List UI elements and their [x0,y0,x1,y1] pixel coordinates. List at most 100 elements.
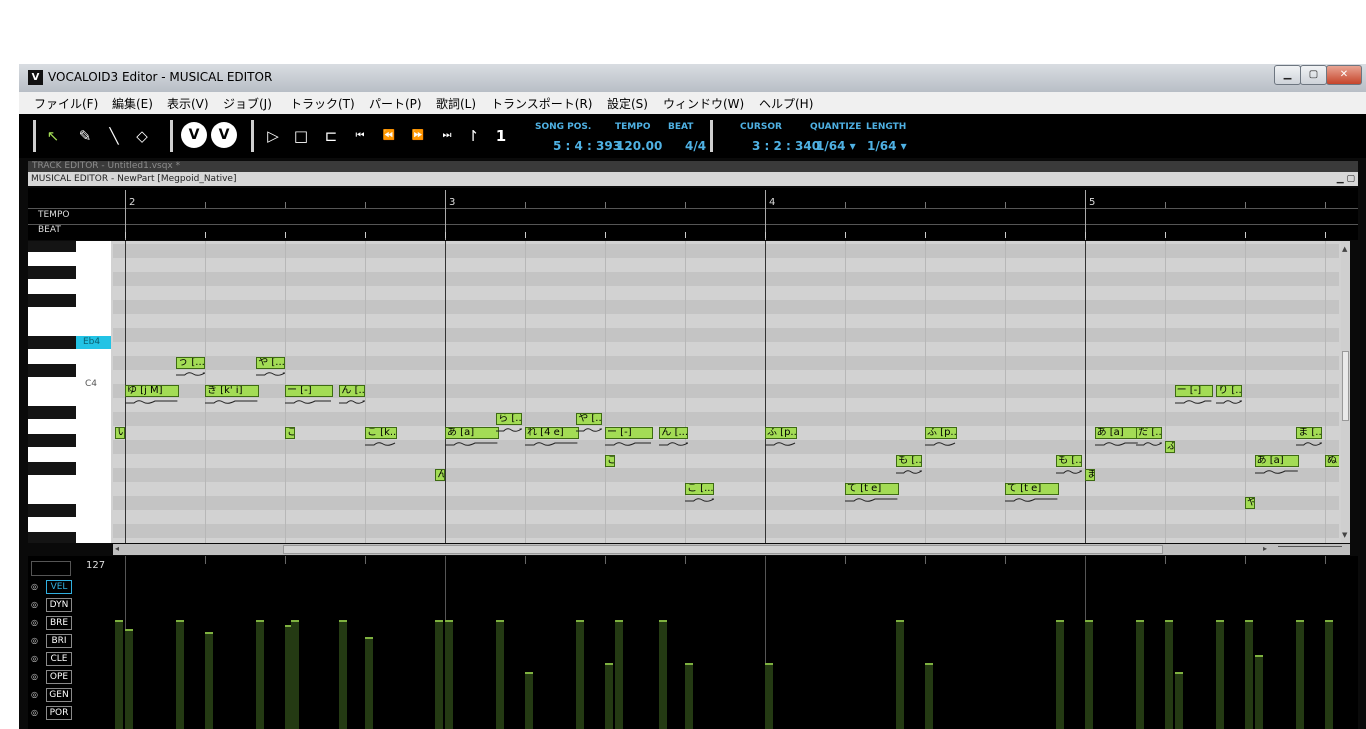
vibrato-curve[interactable] [525,441,579,447]
note-block[interactable]: や [... [576,413,602,425]
velocity-bar[interactable] [1174,671,1183,729]
note-block[interactable]: ー [-] [1174,385,1213,397]
vibrato-curve[interactable] [285,399,333,405]
velocity-bar[interactable] [525,671,533,729]
vocaloid-render-icon[interactable]: V [181,122,207,148]
velocity-bar[interactable] [205,632,213,729]
vibrato-curve[interactable] [1216,399,1242,405]
note-block[interactable]: ん [... [659,427,689,439]
go-end-icon[interactable]: ⏭ [437,126,457,146]
vibrato-curve[interactable] [176,371,205,377]
note-block[interactable]: こ [k... [365,427,397,439]
vibrato-curve[interactable] [1094,441,1140,447]
velocity-bar[interactable] [496,620,505,729]
note-block[interactable]: て [t e] [1005,483,1060,495]
vibrato-curve[interactable] [1254,469,1300,475]
note-block[interactable]: ふ [p... [925,427,957,439]
note-block[interactable]: い [115,427,125,439]
note-block[interactable]: も [... [896,455,922,467]
param-label[interactable]: POR [46,706,72,720]
note-block[interactable]: こ [... [685,483,714,495]
note-block[interactable]: り [... [1216,385,1242,397]
note-block[interactable]: ー [-] [605,427,653,439]
note-block[interactable]: ん [435,469,445,481]
vibrato-curve[interactable] [896,469,922,475]
vibrato-curve[interactable] [256,371,285,377]
start-marker-icon[interactable]: ↾ [463,126,483,146]
velocity-bar[interactable] [1216,620,1225,729]
velocity-bar[interactable] [1136,620,1145,729]
vibrato-curve[interactable] [1005,497,1059,503]
quantize-select[interactable]: 1/64 ▾ [816,139,856,153]
fast-forward-icon[interactable]: ⏩ [408,126,428,146]
vocaloid-app-icon[interactable]: V [28,70,43,85]
control-value-box[interactable] [31,561,71,576]
menu-track[interactable]: トラック(T) [290,95,355,112]
vibrato-curve[interactable] [496,427,522,433]
param-label[interactable]: VEL [46,580,72,594]
velocity-bar[interactable] [1085,620,1093,729]
eye-icon[interactable]: ◎ [31,690,41,700]
note-block[interactable]: ま [1085,469,1095,481]
velocity-bar[interactable] [339,620,348,729]
line-tool-icon[interactable]: ╲ [104,126,124,146]
param-label[interactable]: CLE [46,652,72,666]
menu-settings[interactable]: 設定(S) [607,95,648,112]
velocity-bar[interactable] [659,620,668,729]
note-block[interactable]: ー [-] [285,385,333,397]
piano-keyboard[interactable]: Eb4 C4 [28,241,111,543]
timeline-ruler[interactable]: TEMPO BEAT 2 3 4 5 [28,188,1358,240]
note-block[interactable]: ま [... [1296,427,1322,439]
note-block[interactable]: あ [a] [1254,455,1300,467]
velocity-bar[interactable] [445,620,453,729]
note-block[interactable]: だ [... [1136,427,1162,439]
vibrato-curve[interactable] [365,441,397,447]
note-block[interactable]: こ [605,455,615,467]
note-block[interactable]: あ [a] [445,427,500,439]
vibrato-curve[interactable] [1056,469,1082,475]
black-key[interactable] [28,294,76,307]
horizontal-scrollbar[interactable]: ◂ ▸ [113,544,1350,555]
black-key[interactable] [28,364,76,377]
eye-icon[interactable]: ◎ [31,600,41,610]
menu-help[interactable]: ヘルプ(H) [759,95,813,112]
velocity-bar[interactable] [291,620,300,729]
velocity-bar[interactable] [1296,620,1305,729]
note-block[interactable]: う [... [176,357,205,369]
param-label[interactable]: OPE [46,670,72,684]
velocity-bar[interactable] [176,620,185,729]
eye-icon[interactable]: ◎ [31,636,41,646]
velocity-bar[interactable] [576,620,585,729]
vibrato-curve[interactable] [685,497,714,503]
black-key[interactable] [28,241,76,252]
param-label[interactable]: BRI [46,634,72,648]
note-block[interactable]: れ [4 e] [525,427,580,439]
vibrato-curve[interactable] [339,399,365,405]
black-key[interactable] [28,434,76,447]
menu-lyrics[interactable]: 歌詞(L) [436,95,476,112]
note-block[interactable]: あ [a] [1094,427,1140,439]
note-block[interactable]: ら [... [496,413,522,425]
eye-icon[interactable]: ◎ [31,618,41,628]
param-label[interactable]: GEN [46,688,72,702]
note-block[interactable]: ん [... [339,385,365,397]
velocity-bar[interactable] [365,637,373,729]
vibrato-curve[interactable] [845,497,899,503]
velocity-bar[interactable] [685,663,693,729]
black-key[interactable] [28,406,76,419]
vibrato-curve[interactable] [1136,441,1162,447]
beat-value[interactable]: 4/4 [685,139,706,153]
close-icon[interactable]: ✕ [1326,65,1362,85]
scroll-left-icon[interactable]: ◂ [115,544,119,553]
arrow-tool-icon[interactable]: ↖ [43,126,63,146]
menu-part[interactable]: パート(P) [369,95,422,112]
eraser-tool-icon[interactable]: ◇ [132,126,152,146]
vertical-scroll-thumb[interactable] [1342,351,1349,421]
note-block[interactable]: ふ [1165,441,1175,453]
go-start-icon[interactable]: ⏮ [350,126,370,146]
horizontal-scroll-thumb[interactable] [283,545,1163,554]
vibrato-curve[interactable] [925,441,957,447]
menu-transport[interactable]: トランスポート(R) [491,95,592,112]
velocity-bar[interactable] [925,663,933,729]
note-block[interactable]: て [t e] [845,483,900,495]
